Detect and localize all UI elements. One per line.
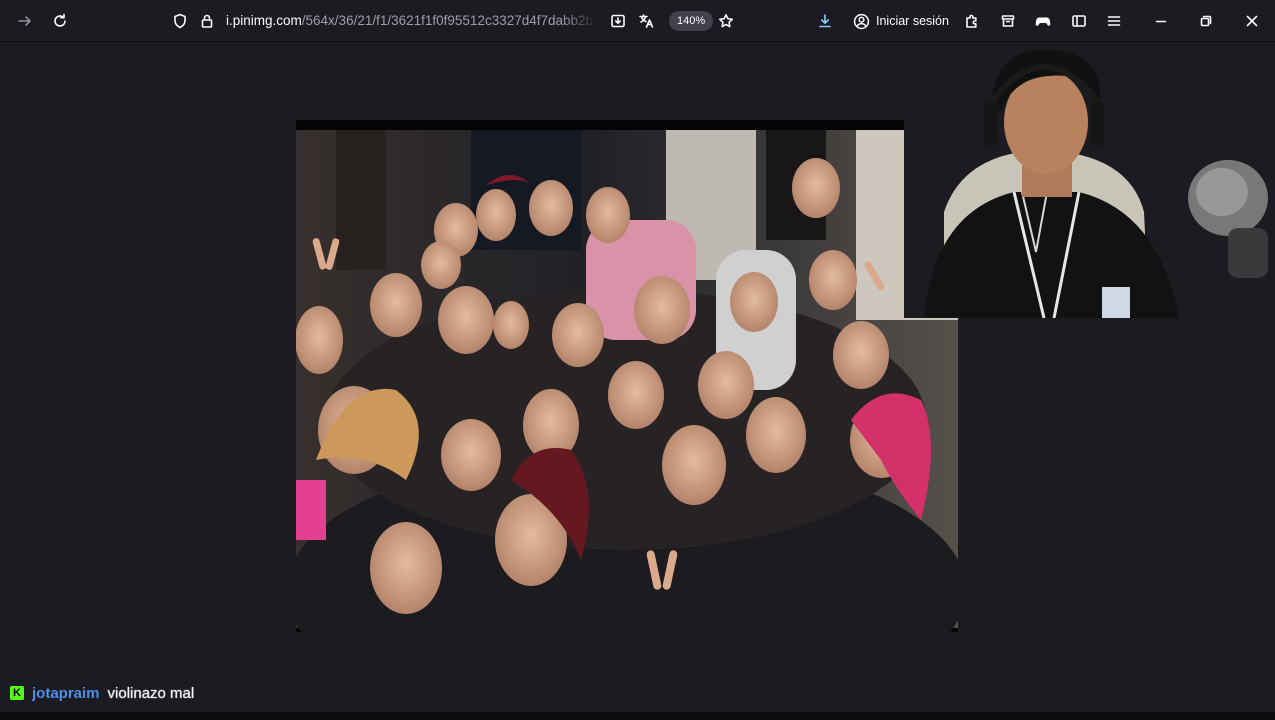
box-icon — [1001, 15, 1015, 27]
restore-icon — [1200, 15, 1212, 27]
chat-message-text: violinazo mal — [107, 684, 195, 702]
microphone-image — [1188, 160, 1268, 278]
group-photo-image — [296, 120, 958, 632]
extensions-button[interactable] — [957, 6, 987, 36]
forward-button[interactable] — [10, 6, 40, 36]
minimize-icon — [1155, 20, 1167, 23]
signin-label: Iniciar sesión — [876, 14, 949, 28]
app-menu-button[interactable] — [1099, 6, 1129, 36]
shield-icon — [174, 13, 186, 29]
translate-icon — [639, 14, 654, 28]
lock-icon — [201, 14, 213, 28]
group-photo[interactable] — [296, 120, 958, 632]
webcam-overlay — [904, 42, 1184, 318]
reload-button[interactable] — [45, 6, 75, 36]
tracking-protection-button[interactable] — [165, 6, 195, 36]
containers-button[interactable] — [993, 6, 1023, 36]
sidebar-button[interactable] — [1064, 6, 1094, 36]
reload-icon — [54, 13, 66, 27]
bottom-edge — [0, 712, 1275, 720]
zoom-level-badge[interactable]: 140% — [669, 11, 714, 31]
chat-message: K jotapraim violinazo mal — [10, 683, 194, 703]
sidebar-icon — [1072, 15, 1086, 27]
minimize-button[interactable] — [1146, 6, 1176, 36]
reader-view-button[interactable] — [603, 6, 633, 36]
url-host: i.pinimg.com — [226, 13, 302, 28]
url-path: /564x/36/21/f1/3621f1f0f95512c3327d4f7da… — [301, 13, 594, 28]
url-bar[interactable]: i.pinimg.com/564x/36/21/f1/3621f1f0f9551… — [166, 5, 746, 37]
close-window-button[interactable] — [1237, 6, 1267, 36]
microphone — [1188, 158, 1275, 278]
chat-username: jotapraim — [32, 684, 100, 702]
hamburger-icon — [1107, 16, 1121, 26]
star-icon — [719, 14, 733, 28]
site-info-button[interactable] — [192, 6, 222, 36]
image-viewer — [0, 42, 1275, 712]
arrow-right-icon — [18, 16, 31, 26]
translate-button[interactable] — [631, 6, 661, 36]
game-controller-icon — [1035, 17, 1051, 26]
reader-view-icon — [611, 14, 625, 28]
profile-button[interactable] — [1028, 6, 1058, 36]
webcam-image — [904, 42, 1184, 318]
close-icon — [1246, 15, 1258, 27]
downloads-button[interactable] — [810, 6, 840, 36]
bookmark-button[interactable] — [711, 6, 741, 36]
url-text[interactable]: i.pinimg.com/564x/36/21/f1/3621f1f0f9551… — [226, 13, 598, 31]
browser-toolbar: i.pinimg.com/564x/36/21/f1/3621f1f0f9551… — [0, 0, 1275, 42]
puzzle-icon — [966, 14, 977, 28]
restore-button[interactable] — [1191, 6, 1221, 36]
account-icon — [853, 13, 870, 29]
signin-button[interactable]: Iniciar sesión — [847, 7, 957, 35]
kick-logo-icon: K — [10, 686, 24, 700]
download-icon — [819, 14, 831, 28]
